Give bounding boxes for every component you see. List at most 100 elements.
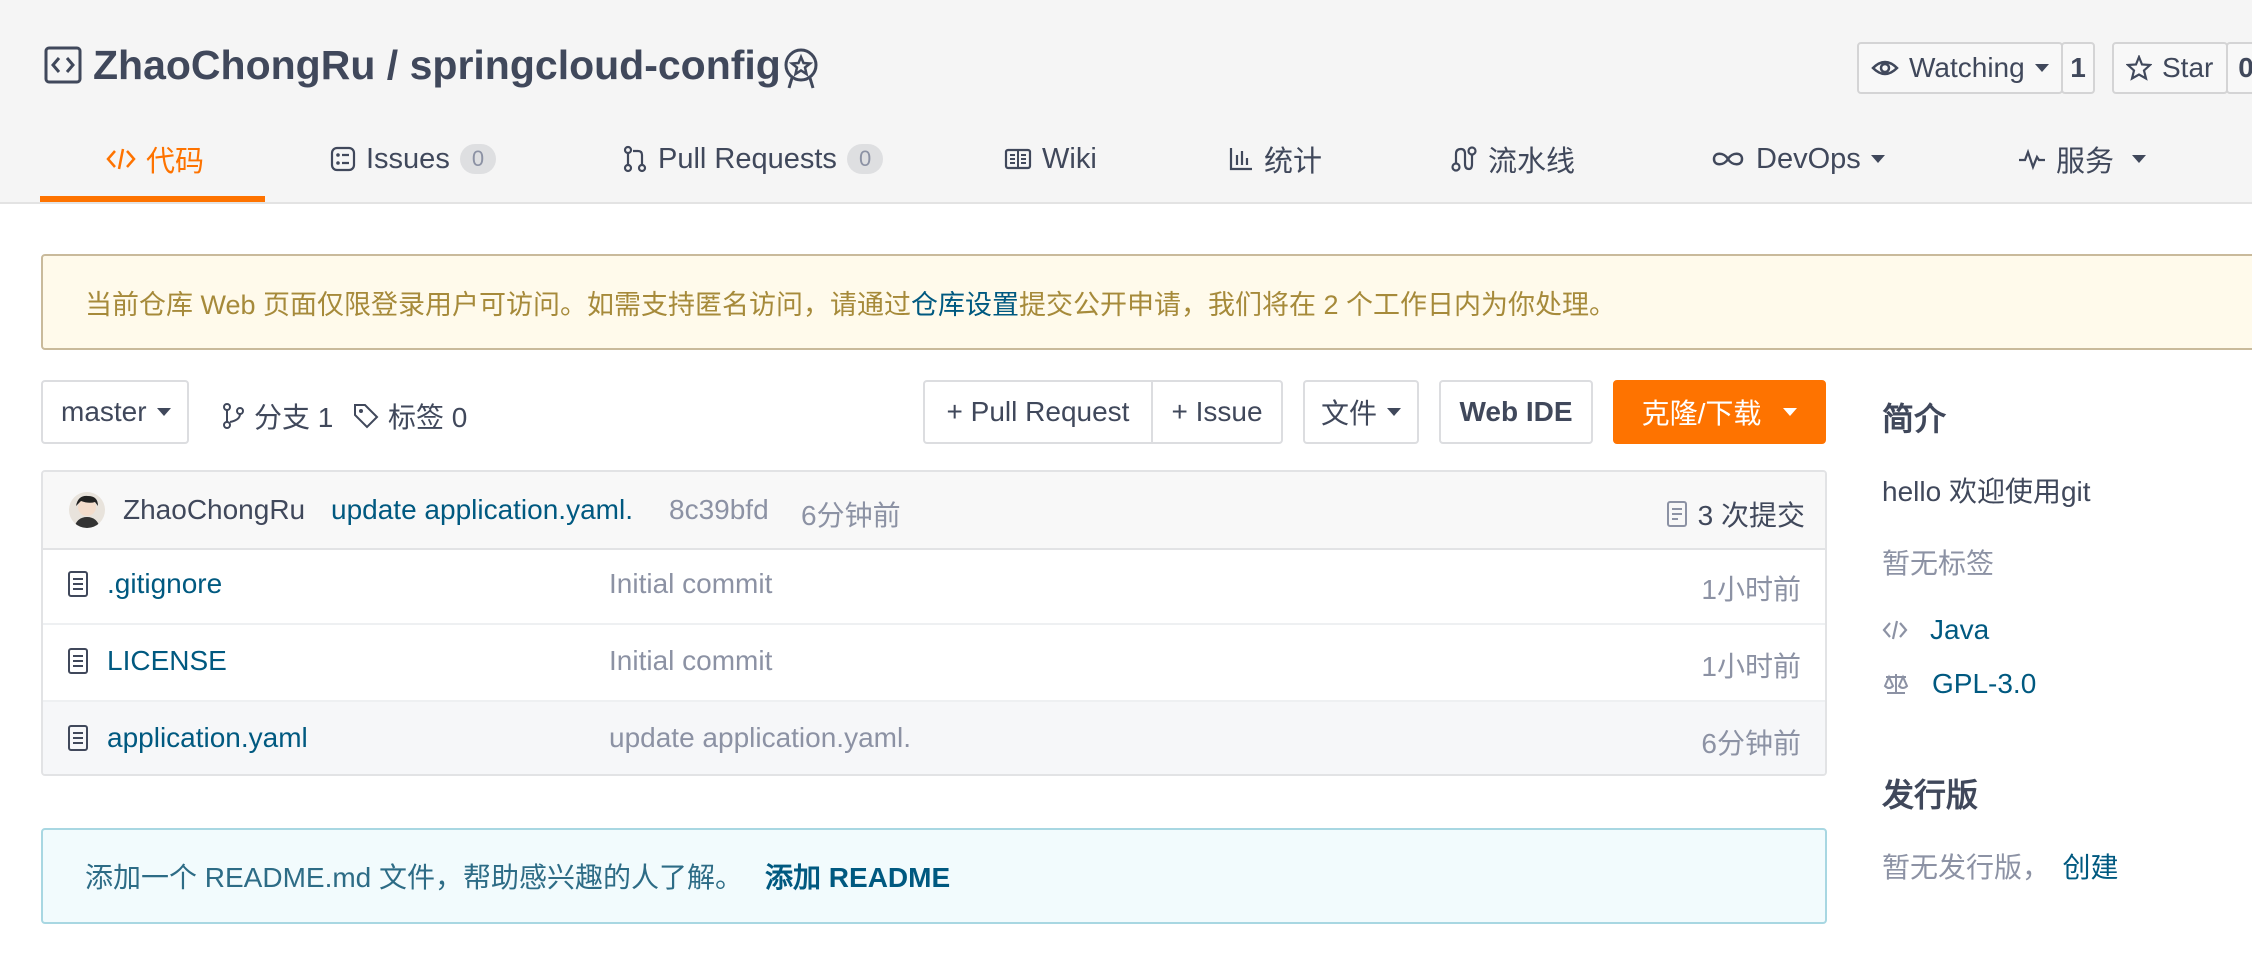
access-notice-banner: 当前仓库 Web 页面仅限登录用户可访问。如需支持匿名访问，请通过 仓库设置 提… — [41, 254, 2252, 350]
file-commit-time: 1小时前 — [1701, 651, 1801, 682]
file-menu-label: 文件 — [1320, 398, 1377, 429]
file-commit-time: 6分钟前 — [1701, 728, 1801, 759]
tab-devops[interactable]: DevOps — [1710, 135, 1885, 183]
tab-services[interactable]: 服务 — [2018, 135, 2147, 183]
tab-pull-requests[interactable]: Pull Requests 0 — [622, 135, 884, 183]
table-row[interactable]: application.yaml update application.yaml… — [43, 702, 1825, 774]
watch-count[interactable]: 1 — [2061, 42, 2095, 94]
new-pull-request-button[interactable]: + Pull Request — [923, 380, 1153, 444]
chevron-down-icon — [1783, 408, 1798, 416]
tab-services-label: 服务 — [2056, 146, 2115, 178]
file-commit-message[interactable]: update application.yaml. — [609, 722, 911, 754]
repo-title: ZhaoChongRu / springcloud-config — [93, 42, 781, 89]
readme-tip-banner: 添加一个 README.md 文件，帮助感兴趣的人了解。 添加 README — [41, 828, 1827, 924]
branch-select[interactable]: master — [41, 380, 189, 444]
license-label: GPL-3.0 — [1932, 668, 2037, 699]
no-tags-text: 暂无标签 — [1882, 548, 1995, 579]
file-commit-time: 1小时前 — [1701, 574, 1801, 605]
file-table: ZhaoChongRu update application.yaml. 8c3… — [41, 470, 1827, 776]
commit-list-icon — [1666, 500, 1688, 528]
no-release-text: 暂无发行版， — [1882, 852, 2051, 883]
branches-label: 分支 1 — [254, 402, 334, 433]
chart-icon — [1228, 146, 1254, 172]
notice-text-after: 提交公开申请，我们将在 2 个工作日内为你处理。 — [1019, 289, 1617, 320]
clone-download-label: 克隆/下载 — [1641, 398, 1762, 429]
file-icon — [67, 570, 89, 598]
tag-icon — [352, 402, 380, 430]
scale-icon — [1882, 671, 1910, 697]
tab-pipeline-label: 流水线 — [1488, 146, 1576, 178]
commit-author[interactable]: ZhaoChongRu — [123, 494, 305, 526]
language-link[interactable]: Java — [1882, 614, 1989, 646]
chevron-down-icon — [1870, 155, 1885, 163]
tab-pull-requests-label: Pull Requests — [658, 142, 837, 175]
watch-label: Watching — [1909, 52, 2025, 83]
tab-devops-label: DevOps — [1756, 142, 1861, 175]
table-row[interactable]: .gitignore Initial commit 1小时前 — [43, 548, 1825, 625]
commit-message-link[interactable]: update application.yaml. — [331, 494, 633, 526]
file-commit-message[interactable]: Initial commit — [609, 645, 772, 677]
file-menu-button[interactable]: 文件 — [1303, 380, 1419, 444]
notice-text-before: 当前仓库 Web 页面仅限登录用户可访问。如需支持匿名访问，请通过 — [85, 289, 912, 320]
commit-count-link[interactable]: 3 次提交 — [1666, 494, 1805, 534]
star-count[interactable]: 0 — [2226, 42, 2252, 94]
pipeline-icon — [1450, 145, 1478, 173]
intro-heading: 简介 — [1882, 401, 1947, 437]
star-icon — [2126, 55, 2152, 81]
wiki-icon — [1004, 148, 1032, 170]
recommend-badge-icon[interactable] — [782, 48, 820, 90]
branch-select-label: master — [61, 396, 147, 427]
watch-button[interactable]: Watching — [1857, 42, 2063, 94]
commit-count-label: 3 次提交 — [1697, 500, 1805, 531]
tags-link[interactable]: 标签 0 — [352, 396, 467, 436]
commit-time: 6分钟前 — [801, 500, 901, 531]
file-name-link[interactable]: LICENSE — [107, 645, 227, 677]
chevron-down-icon — [2132, 155, 2147, 163]
branches-link[interactable]: 分支 1 — [222, 396, 333, 436]
file-icon — [67, 647, 89, 675]
eye-icon — [1871, 58, 1899, 78]
tab-pipeline[interactable]: 流水线 — [1450, 135, 1575, 183]
pulse-icon — [2018, 147, 2046, 171]
web-ide-button[interactable]: Web IDE — [1439, 380, 1593, 444]
repo-owner-link[interactable]: ZhaoChongRu — [93, 42, 375, 88]
file-name-link[interactable]: application.yaml — [107, 722, 308, 754]
star-button[interactable]: Star — [2112, 42, 2228, 94]
tab-stats[interactable]: 统计 — [1228, 135, 1322, 183]
issues-count-badge: 0 — [459, 144, 497, 174]
active-tab-indicator — [40, 196, 265, 202]
repo-name-link[interactable]: springcloud-config — [410, 42, 781, 88]
devops-icon — [1710, 149, 1746, 169]
code-icon — [1882, 619, 1908, 641]
readme-tip-text: 添加一个 README.md 文件，帮助感兴趣的人了解。 — [85, 862, 744, 893]
commit-hash[interactable]: 8c39bfd — [669, 494, 769, 526]
file-commit-message[interactable]: Initial commit — [609, 568, 772, 600]
pull-requests-count-badge: 0 — [846, 144, 884, 174]
tab-code[interactable]: 代码 — [106, 135, 204, 183]
pull-request-icon — [622, 145, 648, 173]
add-readme-link[interactable]: 添加 README — [765, 856, 950, 896]
tab-issues[interactable]: Issues 0 — [330, 135, 497, 183]
license-link[interactable]: GPL-3.0 — [1882, 668, 2036, 700]
tags-label: 标签 0 — [388, 402, 468, 433]
latest-commit-bar: ZhaoChongRu update application.yaml. 8c3… — [43, 472, 1825, 550]
repo-code-icon — [44, 46, 82, 84]
table-row[interactable]: LICENSE Initial commit 1小时前 — [43, 625, 1825, 702]
new-issue-button[interactable]: + Issue — [1151, 380, 1283, 444]
file-name-link[interactable]: .gitignore — [107, 568, 222, 600]
clone-download-button[interactable]: 克隆/下载 — [1613, 380, 1826, 444]
chevron-down-icon — [2034, 64, 2049, 72]
create-release-link[interactable]: 创建 — [2062, 852, 2118, 883]
issues-icon — [330, 146, 356, 172]
language-label: Java — [1930, 614, 1990, 645]
chevron-down-icon — [1387, 408, 1401, 416]
tab-code-label: 代码 — [146, 146, 205, 178]
repo-settings-link[interactable]: 仓库设置 — [911, 283, 1019, 322]
file-icon — [67, 724, 89, 752]
avatar[interactable] — [69, 492, 105, 528]
repo-separator: / — [386, 42, 399, 88]
tab-wiki-label: Wiki — [1042, 142, 1097, 175]
star-label: Star — [2162, 52, 2214, 83]
tab-wiki[interactable]: Wiki — [1004, 135, 1097, 183]
release-info: 暂无发行版， 创建 — [1882, 846, 2118, 886]
